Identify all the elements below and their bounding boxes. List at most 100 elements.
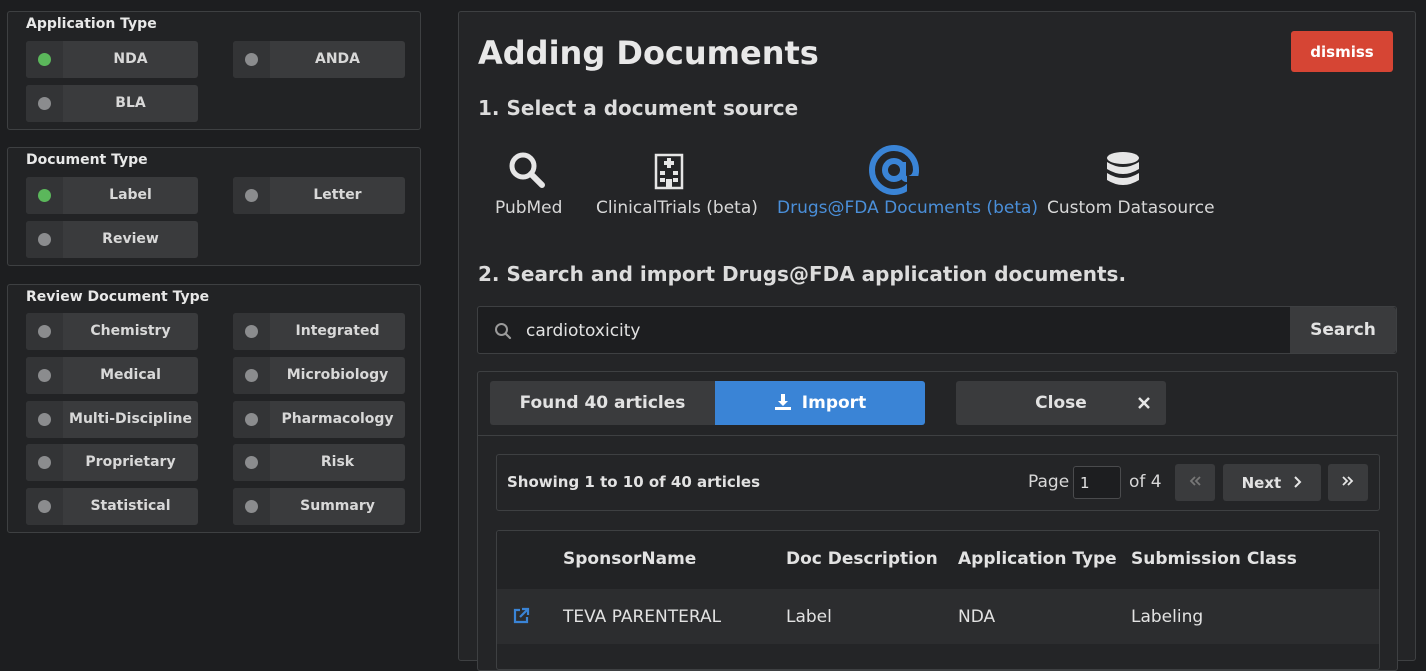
close-icon: [1138, 397, 1150, 409]
source-label: PubMed: [495, 198, 563, 218]
status-dot-icon: [38, 325, 51, 338]
toggle-label: Risk: [320, 454, 355, 470]
source-label: Drugs@FDA Documents (beta): [777, 198, 1039, 218]
filter-title: Review Document Type: [26, 289, 210, 305]
status-dot-icon: [38, 233, 51, 246]
search-input[interactable]: [524, 307, 1288, 355]
toggle-label: Review: [102, 231, 159, 247]
document-type-panel: Document Type Label Letter Review: [7, 147, 421, 266]
toggle-label: Medical: [100, 367, 161, 383]
status-dot-icon: [245, 53, 258, 66]
source-clinicaltrials[interactable]: ClinicalTrials (beta): [596, 150, 758, 218]
toggle-label: Letter: [313, 187, 362, 203]
source-drugs-fda[interactable]: Drugs@FDA Documents (beta): [777, 145, 1039, 218]
import-button[interactable]: Import: [715, 381, 925, 425]
close-button[interactable]: Close: [956, 381, 1166, 425]
external-link-icon[interactable]: [512, 607, 530, 625]
results-panel: Found 40 articles Import Close Showing 1…: [477, 371, 1398, 671]
status-dot-icon: [245, 325, 258, 338]
review-document-type-panel: Review Document Type Chemistry Integrate…: [7, 284, 421, 533]
toggle-summary[interactable]: Summary: [233, 488, 405, 525]
toggle-letter[interactable]: Letter: [233, 177, 405, 214]
download-icon: [774, 394, 791, 410]
source-custom-datasource[interactable]: Custom Datasource: [1047, 150, 1215, 218]
status-dot-icon: [245, 413, 258, 426]
search-icon: [509, 152, 545, 188]
status-dot-icon: [38, 369, 51, 382]
database-icon: [1107, 152, 1139, 185]
first-page-button[interactable]: [1175, 464, 1215, 501]
status-dot-icon: [245, 189, 258, 202]
page-title: Adding Documents: [478, 34, 819, 72]
toggle-label: Statistical: [90, 498, 171, 514]
toggle-label: Multi-Discipline: [69, 411, 192, 427]
dismiss-button[interactable]: dismiss: [1291, 31, 1393, 72]
page-number-input[interactable]: [1073, 466, 1121, 499]
toggle-label: Label: [109, 187, 152, 203]
column-header[interactable]: Application Type: [958, 531, 1117, 587]
toggle-risk[interactable]: Risk: [233, 444, 405, 481]
toggle-medical[interactable]: Medical: [26, 357, 198, 394]
toggle-statistical[interactable]: Statistical: [26, 488, 198, 525]
last-page-button[interactable]: [1328, 464, 1368, 501]
toggle-label: NDA: [113, 51, 148, 67]
hospital-icon: [654, 153, 684, 190]
column-header[interactable]: SponsorName: [563, 531, 696, 587]
filter-title: Document Type: [26, 152, 148, 168]
toggle-label: Summary: [300, 498, 375, 514]
results-table: SponsorName Doc Description Application …: [496, 530, 1380, 670]
status-dot-icon: [38, 53, 51, 66]
status-dot-icon: [38, 97, 51, 110]
status-dot-icon: [245, 456, 258, 469]
toggle-review[interactable]: Review: [26, 221, 198, 258]
toggle-bla[interactable]: BLA: [26, 85, 198, 122]
sponsor-name-cell: TEVA PARENTERAL: [563, 607, 722, 627]
toggle-proprietary-name[interactable]: Proprietary Name: [26, 444, 198, 507]
adding-documents-panel: Adding Documents dismiss 1. Select a doc…: [458, 11, 1416, 671]
table-header: SponsorName Doc Description Application …: [497, 531, 1379, 589]
pagination-bar: Showing 1 to 10 of 40 articles Page of 4…: [496, 454, 1380, 511]
status-dot-icon: [38, 189, 51, 202]
column-header[interactable]: Doc Description: [786, 531, 938, 587]
toggle-label: Integrated: [295, 323, 380, 339]
step2-heading: 2. Search and import Drugs@FDA applicati…: [478, 262, 1127, 286]
status-dot-icon: [38, 456, 51, 469]
page-total-label: of 4: [1129, 472, 1162, 492]
search-bar: Search: [477, 306, 1397, 355]
status-dot-icon: [38, 500, 51, 513]
status-dot-icon: [38, 413, 51, 426]
showing-count: Showing 1 to 10 of 40 articles: [507, 473, 760, 491]
table-row[interactable]: TEVA PARENTERAL Label NDA Labeling: [497, 589, 1379, 644]
toggle-anda[interactable]: ANDA: [233, 41, 405, 78]
source-pubmed[interactable]: PubMed: [495, 150, 563, 218]
next-label: Next: [1241, 473, 1282, 492]
toggle-integrated[interactable]: Integrated: [233, 313, 405, 350]
toggle-microbiology[interactable]: Microbiology: [233, 357, 405, 394]
next-page-button[interactable]: Next: [1223, 464, 1321, 501]
divider: [478, 435, 1397, 436]
found-articles-label: Found 40 articles: [490, 381, 715, 425]
close-label: Close: [1035, 393, 1087, 413]
step1-heading: 1. Select a document source: [478, 96, 799, 120]
toggle-pharmacology[interactable]: Pharmacology: [233, 401, 405, 438]
toggle-label-doc[interactable]: Label: [26, 177, 198, 214]
source-label: Custom Datasource: [1047, 198, 1215, 218]
toggle-label: Pharmacology: [281, 411, 394, 427]
import-label: Import: [801, 393, 867, 413]
search-button[interactable]: Search: [1290, 307, 1396, 353]
application-type-panel: Application Type NDA ANDA BLA: [7, 11, 421, 130]
toggle-chemistry[interactable]: Chemistry: [26, 313, 198, 350]
submission-class-cell: Labeling: [1131, 607, 1204, 627]
toggle-nda[interactable]: NDA: [26, 41, 198, 78]
filter-title: Application Type: [26, 16, 157, 32]
chevron-right-icon: [1294, 475, 1302, 488]
toggle-multi-discipline[interactable]: Multi-Discipline: [26, 401, 198, 438]
toggle-label: Chemistry: [90, 323, 171, 339]
at-sign-icon: [869, 145, 921, 196]
page-label: Page: [1028, 472, 1070, 492]
column-header[interactable]: Submission Class: [1131, 531, 1297, 587]
status-dot-icon: [245, 369, 258, 382]
toggle-label: Microbiology: [286, 367, 389, 383]
toggle-label: BLA: [115, 95, 146, 111]
source-label: ClinicalTrials (beta): [596, 198, 758, 218]
